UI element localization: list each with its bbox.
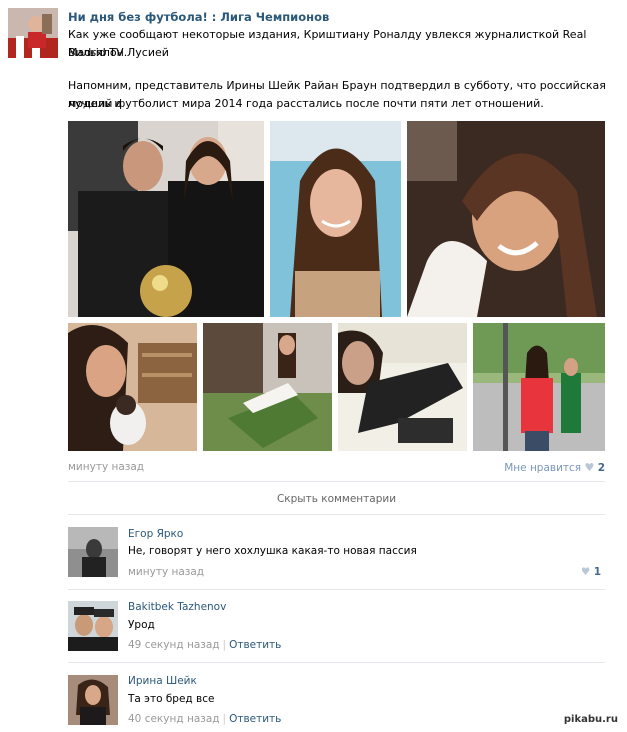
post-time[interactable]: минуту назад (68, 461, 144, 473)
comment-meta: 40 секунд назад | Ответить (128, 713, 281, 725)
post-photo[interactable] (270, 121, 401, 317)
reply-link[interactable]: Ответить (229, 713, 281, 725)
comment-author[interactable]: Егор Ярко (128, 528, 183, 540)
post-photo[interactable] (68, 121, 264, 317)
post-photo[interactable] (203, 323, 332, 451)
comment-text: Та это бред все (128, 693, 215, 705)
divider: | (222, 639, 227, 651)
comment-avatar[interactable] (68, 601, 118, 651)
separator (68, 589, 605, 590)
divider: | (222, 713, 227, 725)
comment-author[interactable]: Ирина Шейк (128, 675, 197, 687)
comment-like-button[interactable]: ♥ 1 (581, 566, 601, 578)
comment-time[interactable]: 40 секунд назад (128, 713, 220, 725)
group-avatar[interactable] (8, 8, 58, 58)
like-button[interactable]: Мне нравится ♥ 2 (504, 461, 605, 474)
comment-time[interactable]: минуту назад (128, 566, 204, 578)
like-count: 2 (597, 462, 605, 474)
post-text-line: Вильялон. (68, 46, 128, 59)
comment-avatar[interactable] (68, 675, 118, 725)
post-photo[interactable] (338, 323, 467, 451)
comment-avatar[interactable] (68, 527, 118, 577)
post-photo[interactable] (473, 323, 605, 451)
comment-time[interactable]: 49 секунд назад (128, 639, 220, 651)
separator (68, 514, 605, 515)
separator (68, 481, 605, 482)
post-photo[interactable] (407, 121, 605, 317)
post-photo[interactable] (68, 323, 197, 451)
comment-meta: 49 секунд назад | Ответить (128, 639, 281, 651)
like-label: Мне нравится (504, 462, 582, 474)
heart-icon: ♥ (584, 461, 595, 474)
heart-icon: ♥ (580, 566, 591, 578)
separator (68, 662, 605, 663)
reply-link[interactable]: Ответить (229, 639, 281, 651)
hide-comments-link[interactable]: Скрыть комментарии (68, 493, 605, 505)
comment-text: Не, говорят у него хохлушка какая-то нов… (128, 545, 417, 557)
comment-text: Урод (128, 619, 155, 631)
comment-like-count: 1 (593, 566, 601, 578)
watermark: pikabu.ru (560, 713, 621, 726)
comment-author[interactable]: Bakitbek Tazhenov (128, 601, 226, 613)
group-name-link[interactable]: Ни дня без футбола! : Лига Чемпионов (68, 10, 329, 24)
post-text-line: лучший футболист мира 2014 года расстали… (68, 97, 544, 110)
